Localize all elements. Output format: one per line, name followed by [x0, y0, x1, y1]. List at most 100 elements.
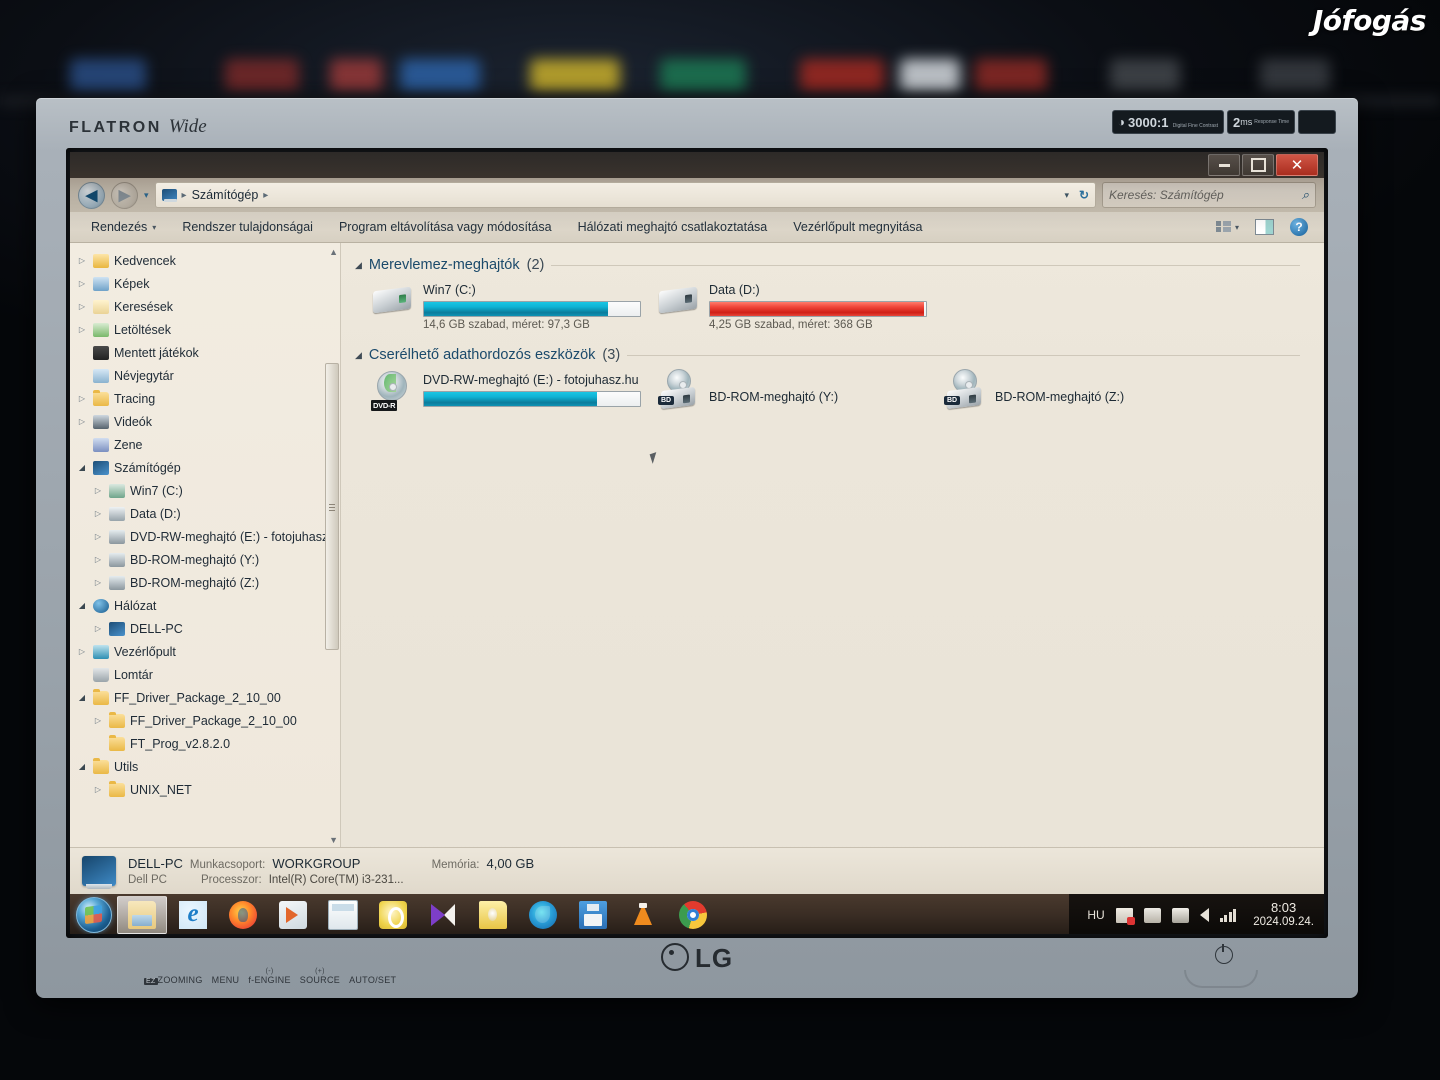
open-control-panel-button[interactable]: Vezérlőpult megnyitása [780, 212, 935, 242]
twisty-collapsed-icon[interactable]: ▷ [92, 578, 104, 587]
drive-tile[interactable]: DVD-R DVD-RW-meghajtó (E:) - fotojuhasz.h… [371, 371, 641, 411]
twisty-expanded-icon[interactable]: ◢ [76, 693, 88, 702]
change-view-button[interactable]: ▾ [1208, 220, 1247, 234]
taskbar-button-firefox[interactable] [219, 897, 267, 933]
nav-item-k-pek[interactable]: ▷ Képek [70, 272, 340, 295]
twisty-collapsed-icon[interactable]: ▷ [76, 417, 88, 426]
nav-item-unix-net[interactable]: ▷ UNIX_NET [70, 778, 340, 801]
breadcrumb-item-computer[interactable]: Számítógép [192, 188, 259, 202]
breadcrumb-bar[interactable]: ▸ Számítógép ▸ ▾ ↻ [154, 182, 1096, 208]
show-preview-pane-button[interactable] [1247, 219, 1282, 235]
taskbar-button-internet-explorer[interactable]: e [169, 897, 217, 933]
group-collapse-icon[interactable]: ◢ [355, 260, 362, 271]
search-box[interactable]: Keresés: Számítógép ⌕ [1102, 182, 1316, 208]
drive-tile[interactable]: Win7 (C:) 14,6 GB szabad, méret: 97,3 GB [371, 281, 641, 331]
osd-menu[interactable]: MENU [212, 975, 240, 985]
nav-item-dell-pc[interactable]: ▷ DELL-PC [70, 617, 340, 640]
group-header[interactable]: ◢ Merevlemez-meghajtók (2) [355, 257, 1324, 273]
nav-item-vide-k[interactable]: ▷ Videók [70, 410, 340, 433]
osd-zooming[interactable]: ZOOMING [158, 975, 203, 985]
breadcrumb-separator-1[interactable]: ▸ [182, 190, 187, 201]
twisty-collapsed-icon[interactable]: ▷ [92, 532, 104, 541]
taskbar-button-office[interactable] [369, 897, 417, 933]
twisty-collapsed-icon[interactable]: ▷ [92, 716, 104, 725]
close-button[interactable]: ✕ [1276, 154, 1318, 176]
osd-fengine[interactable]: f-ENGINE [248, 975, 290, 985]
uninstall-program-button[interactable]: Program eltávolítása vagy módosítása [326, 212, 565, 242]
help-button[interactable]: ? [1282, 218, 1316, 236]
nav-item-utils[interactable]: ◢ Utils [70, 755, 340, 778]
chevron-down-icon[interactable]: ▾ [1235, 223, 1239, 232]
chevron-down-icon[interactable]: ▾ [1064, 190, 1069, 201]
taskbar-button-windows-media-player[interactable] [269, 897, 317, 933]
taskbar-button-vlc-media-player[interactable] [619, 897, 667, 933]
twisty-collapsed-icon[interactable]: ▷ [92, 785, 104, 794]
twisty-collapsed-icon[interactable]: ▷ [92, 486, 104, 495]
drive-tile[interactable]: BD BD-ROM-meghajtó (Y:) [657, 369, 927, 411]
taskbar-button-media-player-classic[interactable] [419, 897, 467, 933]
nav-item-dvd-rw-meghajt-e-fotojuhasz[interactable]: ▷ DVD-RW-meghajtó (E:) - fotojuhasz. [70, 525, 340, 548]
nav-item-bd-rom-meghajt-y[interactable]: ▷ BD-ROM-meghajtó (Y:) [70, 548, 340, 571]
nav-item-lomt-r[interactable]: Lomtár [70, 663, 340, 686]
power-button[interactable] [1215, 944, 1233, 964]
removable-device-icon[interactable] [1143, 907, 1161, 923]
scroll-up-arrow[interactable]: ▲ [329, 247, 338, 257]
nav-item-ft-prog-v2-8-2-0[interactable]: FT_Prog_v2.8.2.0 [70, 732, 340, 755]
twisty-expanded-icon[interactable]: ◢ [76, 762, 88, 771]
nav-item-vez-rl-pult[interactable]: ▷ Vezérlőpult [70, 640, 340, 663]
twisty-collapsed-icon[interactable]: ▷ [76, 279, 88, 288]
twisty-collapsed-icon[interactable]: ▷ [92, 624, 104, 633]
osd-autoset[interactable]: AUTO/SET [349, 975, 396, 985]
network-icon[interactable] [1171, 907, 1189, 923]
drive-tile[interactable]: BD BD-ROM-meghajtó (Z:) [943, 369, 1213, 411]
language-indicator[interactable]: HU [1087, 908, 1104, 922]
map-network-drive-button[interactable]: Hálózati meghajtó csatlakoztatása [565, 212, 781, 242]
twisty-collapsed-icon[interactable]: ▷ [92, 509, 104, 518]
nav-item-keres-sek[interactable]: ▷ Keresések [70, 295, 340, 318]
twisty-collapsed-icon[interactable]: ▷ [76, 394, 88, 403]
nav-item-ff-driver-package-2-10-00[interactable]: ◢ FF_Driver_Package_2_10_00 [70, 686, 340, 709]
start-button[interactable] [76, 897, 112, 933]
nav-item-n-vjegyt-r[interactable]: Névjegytár [70, 364, 340, 387]
taskbar-button-microsoft-edge[interactable] [519, 897, 567, 933]
nav-item-win7-c[interactable]: ▷ Win7 (C:) [70, 479, 340, 502]
nav-item-sz-m-t-g-p[interactable]: ◢ Számítógép [70, 456, 340, 479]
taskbar-button-save-app[interactable] [569, 897, 617, 933]
breadcrumb-separator-2[interactable]: ▸ [263, 190, 268, 201]
nav-item-data-d[interactable]: ▷ Data (D:) [70, 502, 340, 525]
forward-button[interactable]: ▶ [111, 181, 138, 209]
nav-item-kedvencek[interactable]: ▷ Kedvencek [70, 249, 340, 272]
taskbar-button-google-chrome[interactable] [669, 897, 717, 933]
group-collapse-icon[interactable]: ◢ [355, 350, 362, 361]
volume-icon[interactable] [1199, 908, 1209, 922]
signal-icon[interactable] [1219, 908, 1237, 922]
nav-item-bd-rom-meghajt-z[interactable]: ▷ BD-ROM-meghajtó (Z:) [70, 571, 340, 594]
osd-source[interactable]: SOURCE [300, 975, 340, 985]
taskbar-button-calculator[interactable] [319, 897, 367, 933]
nav-scrollbar-thumb[interactable] [325, 363, 339, 650]
twisty-expanded-icon[interactable]: ◢ [76, 601, 88, 610]
twisty-collapsed-icon[interactable]: ▷ [92, 555, 104, 564]
drive-tile[interactable]: Data (D:) 4,25 GB szabad, méret: 368 GB [657, 281, 927, 331]
twisty-collapsed-icon[interactable]: ▷ [76, 256, 88, 265]
twisty-collapsed-icon[interactable]: ▷ [76, 647, 88, 656]
refresh-icon[interactable]: ↻ [1079, 188, 1089, 202]
system-properties-button[interactable]: Rendszer tulajdonságai [169, 212, 326, 242]
nav-item-zene[interactable]: Zene [70, 433, 340, 456]
minimize-button[interactable] [1208, 154, 1240, 176]
group-header[interactable]: ◢ Cserélhető adathordozós eszközök (3) [355, 347, 1324, 363]
search-input[interactable]: Keresés: Számítógép [1109, 188, 1224, 202]
nav-item-let-lt-sek[interactable]: ▷ Letöltések [70, 318, 340, 341]
maximize-button[interactable] [1242, 154, 1274, 176]
twisty-expanded-icon[interactable]: ◢ [76, 463, 88, 472]
taskbar-button-notepad[interactable] [469, 897, 517, 933]
twisty-collapsed-icon[interactable]: ▷ [76, 302, 88, 311]
back-button[interactable]: ◀ [78, 181, 105, 209]
scroll-down-arrow[interactable]: ▼ [329, 835, 338, 845]
nav-item-mentett-j-t-kok[interactable]: Mentett játékok [70, 341, 340, 364]
nav-item-tracing[interactable]: ▷ Tracing [70, 387, 340, 410]
nav-item-h-l-zat[interactable]: ◢ Hálózat [70, 594, 340, 617]
twisty-collapsed-icon[interactable]: ▷ [76, 325, 88, 334]
nav-item-ff-driver-package-2-10-00[interactable]: ▷ FF_Driver_Package_2_10_00 [70, 709, 340, 732]
organize-button[interactable]: Rendezés ▾ [78, 212, 169, 242]
